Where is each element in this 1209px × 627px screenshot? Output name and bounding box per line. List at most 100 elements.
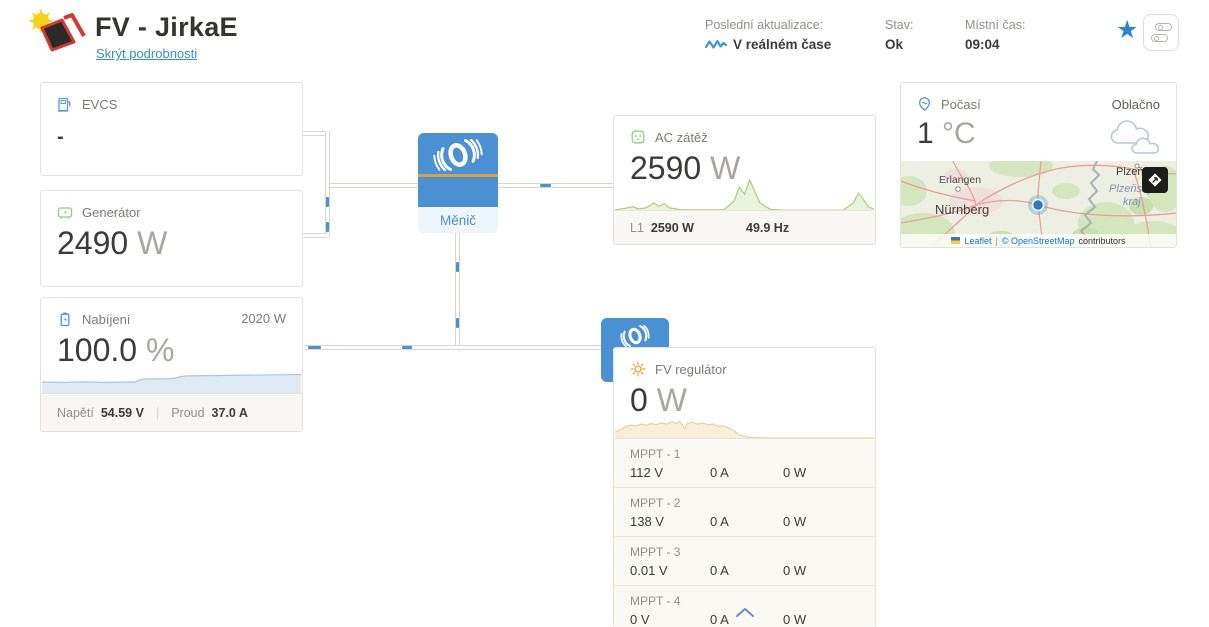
vrm-dashboard: FV - JirkaE Skrýt podrobnosti Poslední a… [0, 0, 1209, 627]
map-attribution: Leaflet | © OpenStreetMap contributors [901, 234, 1176, 247]
card-generator[interactable]: Generátor 2490 W [40, 190, 303, 287]
ac-socket-icon [631, 130, 645, 144]
status-label: Stav: [885, 18, 914, 32]
soc-unit: % [145, 332, 175, 368]
map-label-plzen: Plzeň [1116, 166, 1144, 178]
ac-load-sparkline [615, 171, 874, 211]
navigation-arrow-icon [1148, 173, 1162, 187]
local-time-value: 09:04 [965, 37, 1000, 52]
local-time-block: Místní čas: 09:04 [965, 18, 1025, 52]
site-logo-icon [28, 8, 86, 52]
mppt-power: 0 W [783, 563, 807, 578]
flow-dash [402, 346, 412, 349]
frequency-value: 49.9 Hz [746, 220, 790, 235]
map-label-erlangen: Erlangen [939, 174, 981, 186]
local-time-label: Místní čas: [965, 18, 1026, 32]
inverter-device-box[interactable]: Měnič [418, 133, 498, 233]
pv-sparkline [615, 409, 874, 438]
attribution-separator: | [995, 235, 998, 246]
status-value: Ok [885, 37, 904, 52]
soc-sparkline [42, 367, 301, 394]
ev-charger-icon [58, 97, 71, 112]
flow-dash [540, 184, 551, 187]
weather-map[interactable]: Erlangen Nürnberg Plzeň Plzeňský kraj Le… [901, 161, 1176, 247]
leaflet-link[interactable]: Leaflet [964, 236, 991, 246]
card-label: AC zátěž [655, 129, 708, 145]
wire-inverter-to-acload [497, 183, 614, 188]
realtime-wave-icon [705, 39, 727, 49]
wire-generator [303, 233, 327, 238]
victron-logo-icon [433, 138, 483, 172]
card-label: EVCS [82, 96, 118, 112]
mppt-voltage: 0.01 V [630, 563, 668, 578]
mppt-name: MPPT - 2 [630, 496, 681, 510]
flow-dash [326, 197, 329, 207]
current-label: Proud [171, 405, 205, 420]
cloudy-icon [1110, 120, 1160, 154]
last-update-label: Poslední aktualizace: [705, 18, 824, 32]
generator-icon [57, 207, 73, 219]
osm-link[interactable]: © OpenStreetMap [1002, 236, 1075, 246]
mppt-current: 0 A [710, 465, 729, 480]
ukraine-flag-icon [951, 237, 961, 244]
toggle-pill-icon [1155, 23, 1172, 31]
temperature-unit: °C [942, 117, 976, 150]
charging-power: 2020 W [241, 311, 286, 326]
mppt-power: 0 W [783, 514, 807, 529]
mppt-table: MPPT - 1 112 V 0 A 0 W MPPT - 2 138 V 0 … [614, 438, 875, 627]
l1-label: L1 [630, 220, 644, 235]
card-label: FV regulátor [655, 361, 727, 377]
current-value: 37.0 A [211, 405, 248, 420]
toggle-pill-icon [1151, 34, 1168, 42]
inverter-label: Měnič [418, 207, 498, 233]
location-pin-icon [919, 97, 930, 111]
mppt-voltage: 0 V [630, 612, 650, 627]
wire-dc-bus [305, 345, 602, 350]
flow-dash [456, 318, 459, 328]
flow-dash [326, 222, 329, 232]
wire-inverter-down [455, 232, 460, 347]
map-label-region: kraj [1123, 196, 1141, 208]
mppt-name: MPPT - 1 [630, 447, 681, 461]
card-label: Počasí [941, 96, 981, 112]
mppt-row: MPPT - 2 138 V 0 A 0 W [614, 488, 875, 537]
flow-dash [456, 262, 459, 272]
mppt-voltage: 112 V [630, 465, 664, 480]
dashboard-toggle-button[interactable] [1143, 14, 1179, 51]
toggle-details-link[interactable]: Skrýt podrobnosti [96, 46, 197, 61]
site-location-marker [1028, 195, 1048, 215]
sun-icon [630, 361, 646, 377]
last-update-block: Poslední aktualizace: V reálném čase [705, 18, 831, 52]
charging-footer: Napětí 54.59 V | Proud 37.0 A [41, 393, 302, 431]
mppt-current: 0 A [710, 563, 729, 578]
attribution-text: contributors [1078, 235, 1126, 246]
weather-condition: Oblačno [1111, 97, 1160, 112]
mppt-voltage: 138 V [630, 514, 664, 529]
voltage-value: 54.59 V [100, 405, 144, 420]
card-pv-regulator[interactable]: FV regulátor 0 W MPPT - 1 112 V 0 A 0 W … [613, 347, 876, 627]
generator-power-unit: W [137, 225, 168, 261]
mppt-current: 0 A [710, 514, 729, 529]
ac-load-footer: L1 2590 W 49.9 Hz [614, 210, 875, 244]
evcs-value: - [57, 126, 64, 148]
favorite-star-icon[interactable]: ★ [1116, 18, 1138, 43]
map-label-nurnberg: Nürnberg [935, 202, 989, 217]
mppt-row: MPPT - 3 0.01 V 0 A 0 W [614, 537, 875, 586]
mppt-name: MPPT - 3 [630, 545, 681, 559]
status-block: Stav: Ok [885, 18, 914, 52]
generator-power-value: 2490 [57, 225, 129, 261]
card-label: Generátor [82, 204, 141, 220]
card-label: Nabíjení [82, 311, 131, 327]
last-update-value: V reálném čase [733, 37, 832, 52]
mppt-power: 0 W [783, 612, 807, 627]
card-weather: Počasí Oblačno 1 °C Erlangen Nürnberg Pl… [900, 82, 1177, 248]
map-navigation-button[interactable] [1142, 167, 1168, 193]
page-title: FV - JirkaE [95, 12, 238, 42]
flow-dash [308, 346, 321, 349]
card-ac-load[interactable]: AC zátěž 2590 W L1 2590 W 49.9 Hz [613, 115, 876, 245]
card-charging[interactable]: Nabíjení 2020 W 100.0 % Napětí 54.59 V |… [40, 297, 303, 432]
temperature-value: 1 [917, 117, 934, 150]
collapse-chevron-icon[interactable] [729, 603, 761, 625]
card-evcs[interactable]: EVCS - [40, 82, 303, 176]
battery-icon [60, 312, 70, 327]
